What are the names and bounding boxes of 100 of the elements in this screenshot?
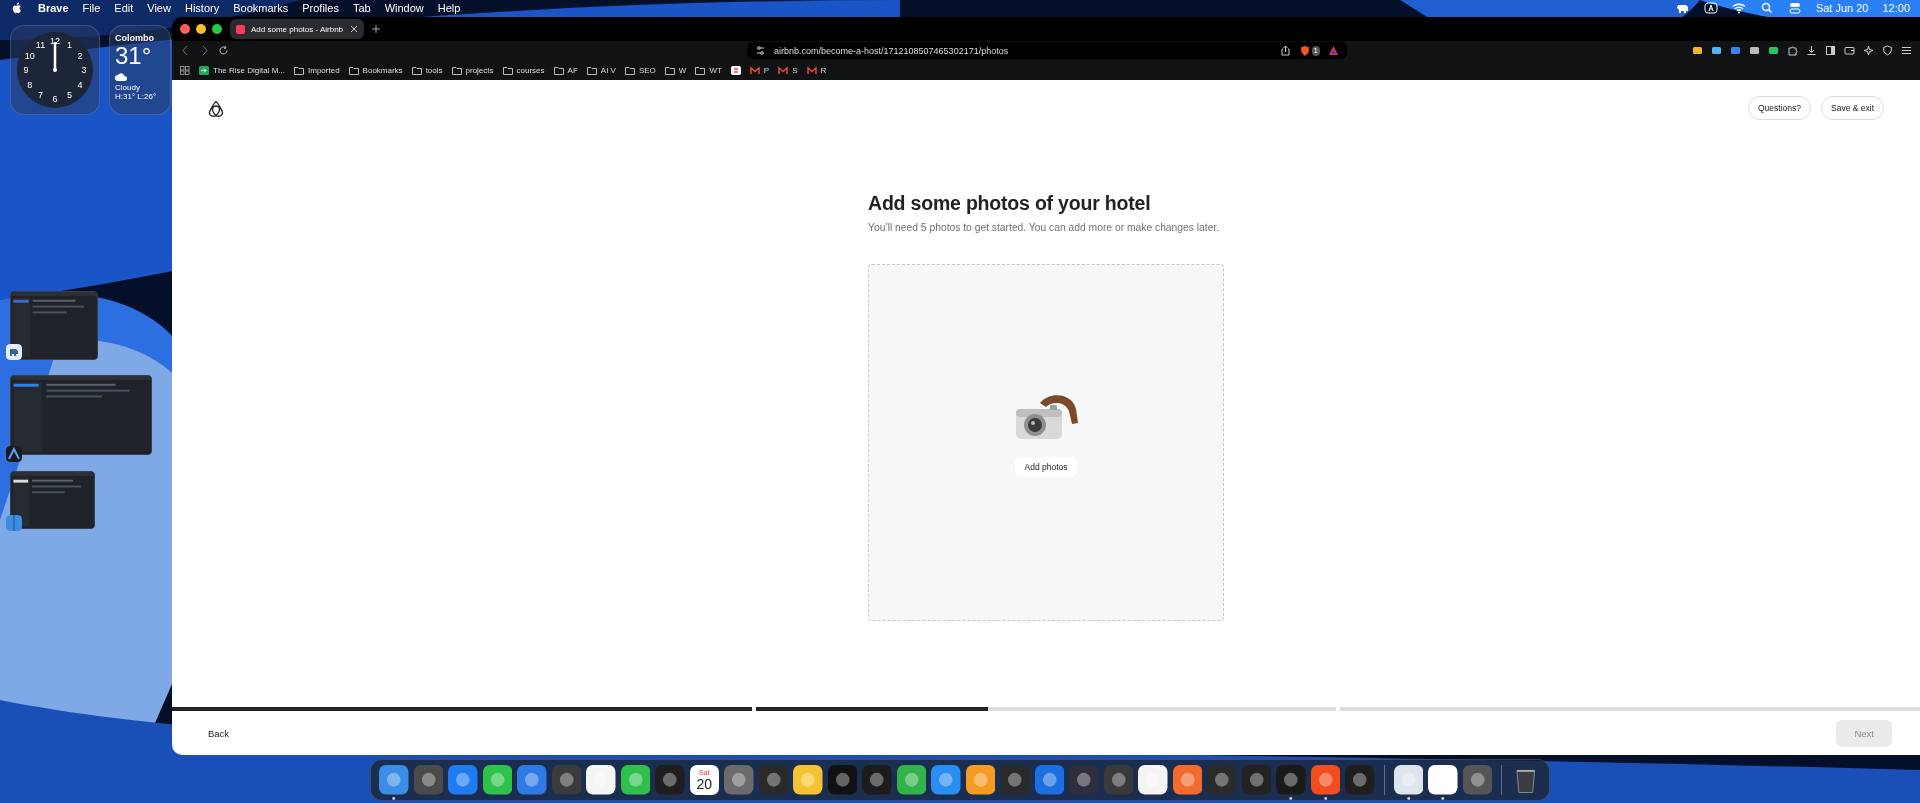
wallet-icon[interactable]	[1844, 45, 1855, 56]
new-tab-icon[interactable]	[372, 25, 380, 33]
close-icon[interactable]	[350, 25, 358, 33]
clock-numeral: 12	[50, 36, 60, 46]
apps-grid-icon[interactable]	[180, 65, 190, 75]
app-icon[interactable]	[1310, 765, 1340, 801]
menu-item[interactable]: View	[147, 2, 171, 14]
close-window-button[interactable]	[180, 24, 190, 34]
photo-drop-zone[interactable]: Add photos	[868, 264, 1224, 621]
site-settings-icon[interactable]	[755, 45, 766, 56]
zoom-window-button[interactable]	[212, 24, 222, 34]
add-photos-button[interactable]: Add photos	[1015, 456, 1077, 477]
menu-item[interactable]: History	[184, 2, 220, 14]
folder-icon	[624, 65, 635, 75]
menu-icon[interactable]	[1901, 45, 1912, 56]
window-thumbnail[interactable]	[10, 291, 98, 360]
cloud-icon	[115, 73, 127, 81]
extension-icon[interactable]	[1692, 45, 1703, 56]
mail-icon	[806, 65, 817, 75]
menu-item[interactable]: Tab	[352, 2, 371, 14]
folder-icon	[451, 65, 462, 75]
reload-icon[interactable]	[218, 45, 229, 56]
sparkle-icon[interactable]	[1863, 45, 1874, 56]
clock-numeral: 2	[77, 50, 83, 61]
header-button[interactable]: Questions?	[1748, 96, 1811, 120]
bookmark-item[interactable]: courses	[502, 65, 545, 75]
clock-numeral: 3	[81, 65, 87, 75]
clock-numeral: 11	[35, 39, 46, 50]
extension-icon[interactable]	[1768, 45, 1779, 56]
menu-item[interactable]: Help	[437, 2, 461, 14]
weather-city: Colombo	[115, 33, 155, 43]
address-bar[interactable]: airbnb.com/become-a-host/1712108507465302171/photos 1	[747, 42, 1347, 59]
menu-item[interactable]: File	[82, 2, 101, 14]
bookmark-item[interactable]: SEO	[624, 65, 656, 75]
back-button[interactable]: Back	[202, 723, 236, 743]
keyboard-input-icon[interactable]	[1703, 2, 1718, 14]
weather-range: H:31° L:26°	[115, 92, 158, 101]
menu-item[interactable]: Edit	[114, 2, 134, 14]
bookmark-item[interactable]: WT	[695, 65, 722, 75]
search-icon[interactable]	[1759, 2, 1774, 14]
wifi-icon[interactable]	[1731, 2, 1746, 14]
extension-icon[interactable]	[1711, 45, 1722, 56]
bookmark-item[interactable]: AF	[553, 65, 578, 75]
menu-item[interactable]: Bookmarks	[233, 2, 289, 14]
menu-item[interactable]: Window	[384, 2, 424, 14]
bookmark-item[interactable]: The Rise Digital M...	[199, 65, 286, 75]
shield-icon[interactable]	[1882, 45, 1893, 56]
clock-numeral: 8	[27, 79, 33, 90]
page-subtitle: You’ll need 5 photos to get started. You can add more or make changes later.	[868, 221, 1221, 234]
clock-numeral: 5	[67, 90, 72, 101]
clock-hands-icon	[53, 42, 57, 72]
bookmark-item[interactable]: R	[806, 65, 827, 75]
elephant-app-icon[interactable]	[6, 344, 22, 360]
app-icon[interactable]	[379, 765, 409, 801]
folder-icon	[348, 65, 359, 75]
clock-numeral: 7	[38, 90, 43, 101]
bookmark-item[interactable]: Bookmarks	[348, 65, 403, 75]
header-button[interactable]: Save & exit	[1821, 96, 1884, 120]
mail-icon	[749, 65, 760, 75]
logo-icon[interactable]	[208, 99, 224, 117]
menu-item[interactable]: Profiles	[302, 2, 339, 14]
mail-icon	[778, 65, 789, 75]
window-thumbnail[interactable]	[10, 375, 152, 455]
bookmark-site-icon[interactable]	[730, 65, 741, 75]
weather-condition: Cloudy	[115, 83, 141, 92]
share-icon[interactable]	[1279, 45, 1291, 56]
bookmark-item[interactable]: W	[664, 65, 687, 75]
minimize-window-button[interactable]	[196, 24, 206, 34]
browser-tab[interactable]: Add some photos - Airbnb	[230, 19, 364, 39]
control-center-icon[interactable]	[1787, 2, 1802, 14]
folder-icon	[553, 65, 564, 75]
clock-numeral: 6	[52, 94, 58, 104]
download-icon[interactable]	[1806, 45, 1817, 56]
folder-icon	[695, 65, 706, 75]
bookmark-item[interactable]: S	[778, 65, 798, 75]
shield-count-badge: 1	[1311, 45, 1320, 56]
page-title: Add some photos of your hotel	[868, 192, 1151, 215]
extension-icon[interactable]	[1730, 45, 1741, 56]
menu-time[interactable]: 12:00	[1882, 2, 1910, 14]
sidebar-icon[interactable]	[1825, 45, 1836, 56]
app-icon[interactable]	[1393, 765, 1423, 801]
bookmark-item[interactable]: projects	[451, 65, 494, 75]
bookmark-item[interactable]: Imported	[294, 65, 340, 75]
bookmark-item[interactable]: P	[749, 65, 770, 75]
folder-icon	[664, 65, 675, 75]
menu-date[interactable]: Sat Jun 20	[1815, 2, 1869, 14]
clock-numeral: 9	[23, 65, 29, 75]
bookmark-item[interactable]: AI V	[586, 65, 616, 75]
window-thumbnail[interactable]	[10, 471, 95, 529]
bookmark-item[interactable]: tools	[411, 65, 443, 75]
triangle-icon[interactable]	[1328, 45, 1339, 56]
shield-icon[interactable]	[1298, 44, 1311, 57]
favicon-icon	[236, 24, 245, 34]
folder-icon	[502, 65, 513, 75]
menu-app-name[interactable]: Brave	[38, 2, 69, 14]
app-icon[interactable]	[1428, 765, 1458, 801]
apple-icon[interactable]	[10, 2, 24, 14]
clock-numeral: 1	[67, 39, 72, 50]
extension-icon[interactable]	[1749, 45, 1760, 56]
folder-icon	[586, 65, 597, 75]
